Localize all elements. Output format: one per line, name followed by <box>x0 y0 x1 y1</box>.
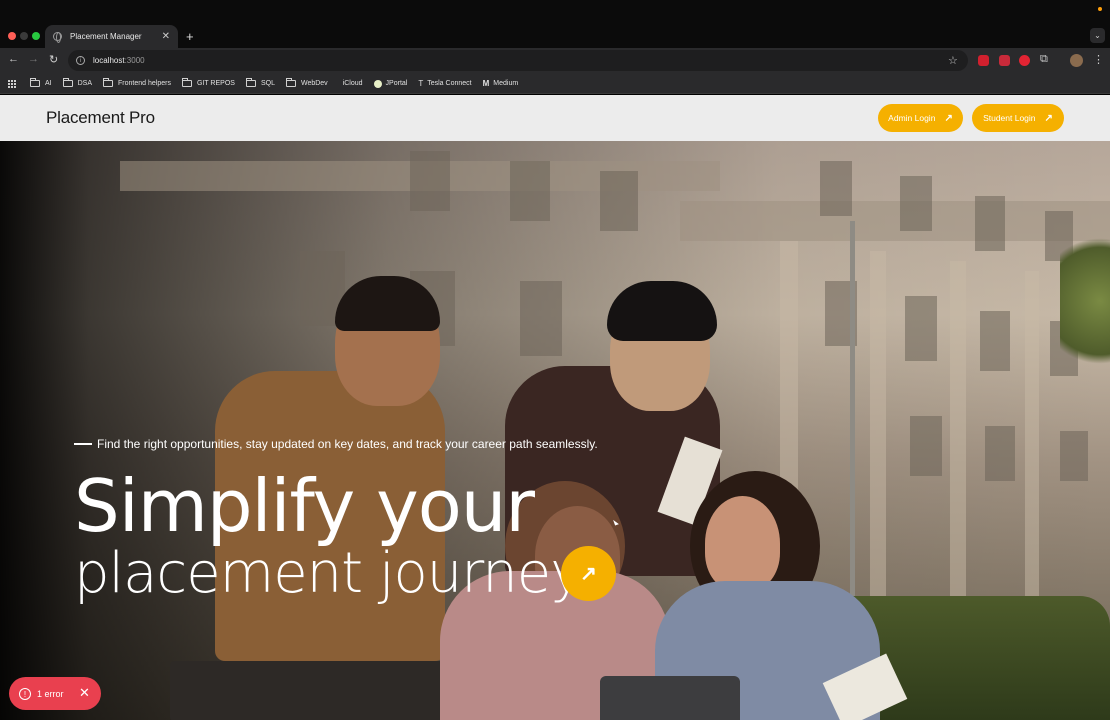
folder-icon <box>245 78 256 87</box>
folder-icon <box>30 78 40 87</box>
student-hair <box>607 281 717 341</box>
bookmarks-bar: AI DSA Frontend helpers GIT REPOS SQL We… <box>0 74 1110 94</box>
hero-title-line1: Simplify your <box>74 464 535 548</box>
bookmark-folder[interactable]: AI <box>30 78 52 87</box>
bookmark-link[interactable]: JPortal <box>373 79 407 88</box>
student-login-label: Student Login <box>983 113 1036 123</box>
jportal-icon <box>373 79 382 88</box>
student-login-button[interactable]: Student Login ↗ <box>972 104 1064 132</box>
back-icon[interactable]: ← <box>8 53 19 65</box>
hero-section: Find the right opportunities, stay updat… <box>0 141 1110 720</box>
bookmark-folder[interactable]: WebDev <box>285 78 328 87</box>
folder-icon <box>62 78 73 87</box>
site-info-icon[interactable]: i <box>76 56 85 65</box>
arrow-up-right-icon: ↗ <box>1044 112 1053 124</box>
extensions-puzzle-icon[interactable]: ⧉ <box>1040 53 1048 66</box>
address-bar[interactable]: i localhost:3000 <box>68 50 968 71</box>
hero-title-line2: placement journey <box>74 541 583 606</box>
bookmark-link[interactable]: M Medium <box>483 79 519 88</box>
new-tab-button[interactable]: + <box>186 29 194 44</box>
laptop <box>600 676 740 720</box>
folder-icon <box>285 78 296 87</box>
bookmark-folder[interactable]: GIT REPOS <box>181 78 235 87</box>
tab-title: Placement Manager <box>70 32 142 41</box>
extension-icon[interactable] <box>978 55 989 66</box>
browser-tab[interactable]: Placement Manager ✕ <box>45 25 178 48</box>
admin-login-label: Admin Login <box>888 113 936 123</box>
bookmark-folder[interactable]: Frontend helpers <box>103 78 171 87</box>
bookmark-link[interactable]: T Tesla Connect <box>418 79 471 88</box>
error-icon: ! <box>19 687 31 700</box>
student-face <box>705 496 780 591</box>
folder-icon <box>181 78 192 87</box>
extension-icon[interactable] <box>1019 55 1030 66</box>
url-port: :3000 <box>124 56 145 65</box>
close-window-button[interactable] <box>8 32 16 40</box>
zoom-window-button[interactable] <box>32 32 40 40</box>
brand-logo[interactable]: Placement Pro <box>46 108 155 128</box>
minimize-window-button[interactable] <box>20 32 28 40</box>
menu-kebab-icon[interactable]: ⋮ <box>1093 53 1104 66</box>
medium-icon: M <box>482 79 490 88</box>
bookmark-folder[interactable]: SQL <box>245 78 275 87</box>
hero-cta-button[interactable]: ↗ <box>561 546 616 601</box>
folder-icon <box>103 78 114 87</box>
arrow-up-right-icon: ↗ <box>580 563 597 585</box>
profile-avatar[interactable] <box>1070 54 1083 67</box>
tesla-icon: T <box>418 79 424 88</box>
hero-tagline: Find the right opportunities, stay updat… <box>74 437 598 451</box>
tagline-text: Find the right opportunities, stay updat… <box>97 437 598 451</box>
site-header: Placement Pro Admin Login ↗ Student Logi… <box>0 95 1110 141</box>
error-label: 1 error <box>37 688 64 699</box>
close-icon[interactable]: ✕ <box>79 685 90 701</box>
browser-toolbar: ← → ↻ i localhost:3000 ☆ ⧉ ⋮ <box>0 48 1110 74</box>
globe-icon <box>53 32 62 43</box>
forward-icon[interactable]: → <box>28 53 39 65</box>
extension-icon[interactable] <box>999 55 1010 66</box>
reload-icon[interactable]: ↻ <box>49 53 58 66</box>
admin-login-button[interactable]: Admin Login ↗ <box>878 104 963 132</box>
recording-indicator <box>1098 7 1102 11</box>
tagline-dash <box>74 443 92 445</box>
page-viewport: Placement Pro Admin Login ↗ Student Logi… <box>0 95 1110 720</box>
apps-grid-icon[interactable] <box>8 79 18 89</box>
url-host: localhost <box>93 56 125 65</box>
bookmark-link[interactable]: iCloud <box>339 80 363 87</box>
bookmark-folder[interactable]: DSA <box>62 78 92 87</box>
tab-search-button[interactable]: ⌄ <box>1090 28 1105 43</box>
bookmark-star-icon[interactable]: ☆ <box>948 54 958 67</box>
arrow-up-right-icon: ↗ <box>944 112 953 124</box>
browser-titlebar: Placement Manager ✕ + ⌄ <box>0 0 1110 48</box>
tree <box>1060 221 1110 381</box>
error-badge[interactable]: ! 1 error ✕ <box>9 677 101 710</box>
tab-close-icon[interactable]: ✕ <box>162 31 170 42</box>
